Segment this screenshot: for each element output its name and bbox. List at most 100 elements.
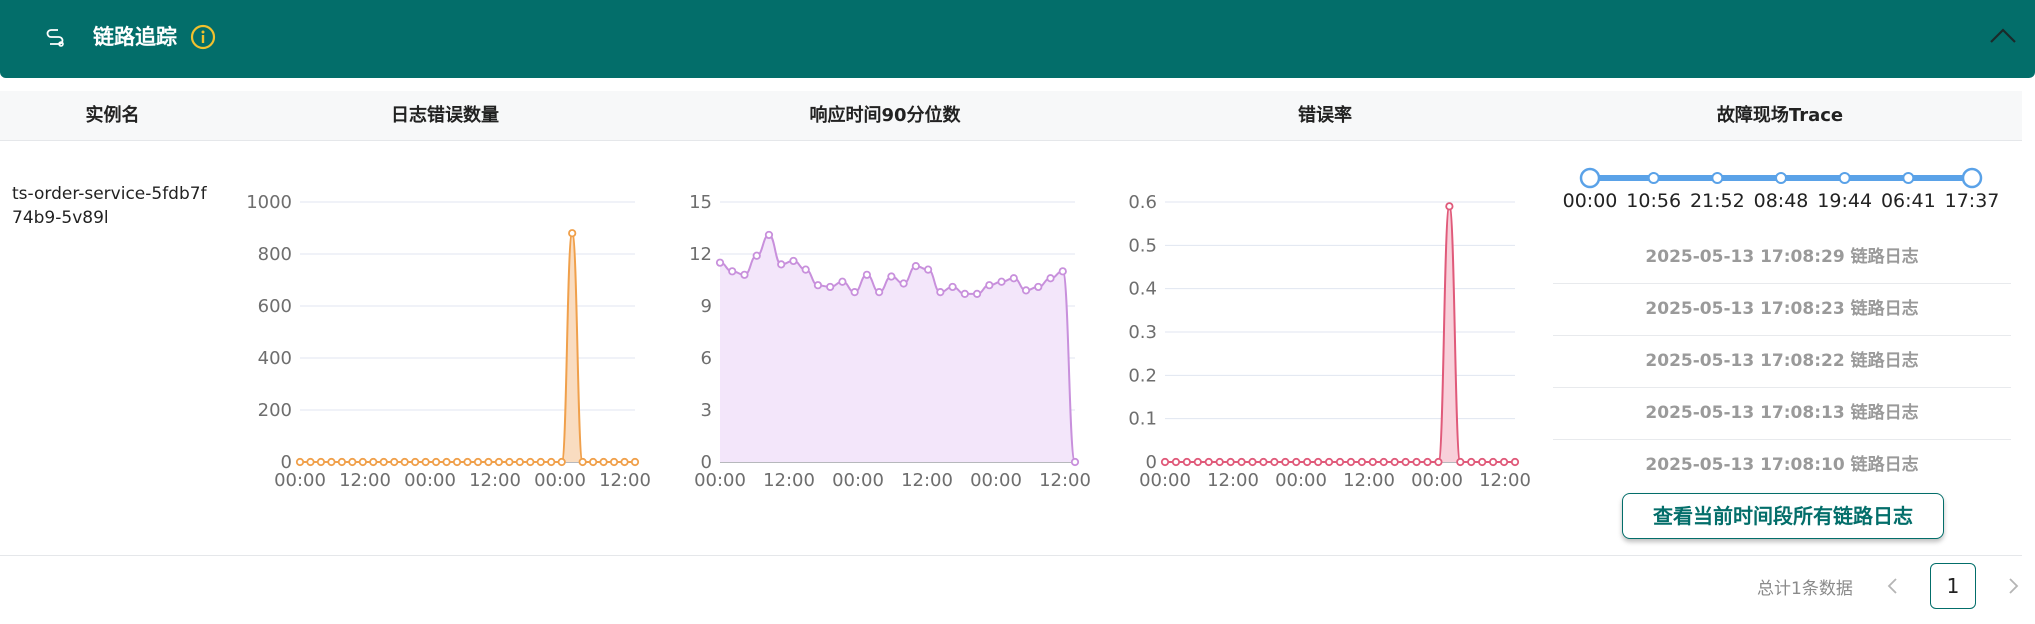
table-header: 实例名 日志错误数量 响应时间90分位数 错误率 故障现场Trace bbox=[0, 91, 2022, 141]
slider-mark bbox=[1902, 172, 1915, 184]
data-point bbox=[589, 457, 598, 467]
y-tick-label: 0.4 bbox=[1128, 279, 1157, 300]
data-point bbox=[764, 230, 774, 240]
data-point bbox=[777, 260, 786, 269]
data-point bbox=[1467, 457, 1476, 467]
y-tick-label: 0.1 bbox=[1128, 409, 1157, 430]
trace-log-item[interactable]: 2025-05-13 17:08:29 链路日志 bbox=[1553, 232, 2011, 284]
data-point bbox=[924, 265, 933, 274]
data-point bbox=[1160, 457, 1170, 467]
data-point bbox=[1226, 457, 1235, 467]
trace-time-label: 06:41 bbox=[1880, 190, 1936, 212]
data-point bbox=[1510, 457, 1520, 467]
route-icon bbox=[46, 29, 64, 47]
data-point bbox=[1171, 457, 1181, 467]
y-tick-label: 6 bbox=[701, 348, 712, 369]
data-point bbox=[431, 457, 441, 467]
y-tick-label: 1000 bbox=[246, 192, 292, 213]
data-point bbox=[936, 288, 945, 297]
y-tick-label: 400 bbox=[258, 348, 292, 369]
slider-mark bbox=[1647, 172, 1660, 184]
x-tick-label: 12:00 bbox=[901, 470, 953, 491]
y-tick-label: 600 bbox=[258, 296, 292, 317]
y-tick-label: 15 bbox=[689, 192, 712, 213]
data-point bbox=[1204, 457, 1213, 467]
data-point bbox=[1270, 457, 1279, 467]
column-header-response-time-p90: 响应时间90分位数 bbox=[809, 105, 961, 126]
data-point bbox=[850, 288, 859, 297]
data-point bbox=[740, 270, 749, 279]
data-point bbox=[911, 262, 920, 271]
slider-handle bbox=[1961, 167, 1983, 189]
y-tick-label: 0.3 bbox=[1128, 322, 1157, 343]
series-area bbox=[1165, 206, 1515, 462]
chevron-right-icon[interactable] bbox=[2004, 575, 2022, 597]
data-point bbox=[494, 457, 504, 467]
x-tick-label: 00:00 bbox=[1275, 470, 1327, 491]
data-point bbox=[1303, 457, 1312, 467]
slider-mark bbox=[1775, 172, 1787, 184]
data-point bbox=[1379, 457, 1388, 467]
series-area bbox=[720, 234, 1075, 462]
x-tick-label: 12:00 bbox=[469, 470, 521, 491]
trace-log-item[interactable]: 2025-05-13 17:08:23 链路日志 bbox=[1553, 284, 2011, 336]
pagination-page-1[interactable]: 1 bbox=[1930, 563, 1976, 609]
data-point bbox=[948, 282, 957, 292]
series-line bbox=[1164, 205, 1515, 464]
x-tick-label: 00:00 bbox=[970, 470, 1022, 491]
data-point bbox=[630, 457, 640, 467]
trace-time-label: 10:56 bbox=[1626, 190, 1682, 212]
trace-log-item[interactable]: 2025-05-13 17:08:22 链路日志 bbox=[1553, 336, 2011, 388]
x-tick-label: 12:00 bbox=[339, 470, 391, 491]
data-point bbox=[826, 282, 835, 292]
data-point bbox=[358, 457, 367, 467]
data-point bbox=[899, 279, 908, 288]
data-point bbox=[1215, 457, 1224, 467]
data-point bbox=[295, 457, 305, 467]
info-icon[interactable] bbox=[190, 24, 216, 50]
trace-log-item[interactable]: 2025-05-13 17:08:13 链路日志 bbox=[1553, 388, 2011, 440]
y-tick-label: 0.5 bbox=[1128, 235, 1157, 256]
trace-time-labels: 00:00 10:56 21:52 08:48 19:44 06:41 17:37 bbox=[1560, 190, 2020, 214]
data-point bbox=[568, 229, 577, 238]
y-tick-label: 12 bbox=[689, 244, 712, 265]
view-all-trace-logs-button[interactable]: 查看当前时间段所有链路日志 bbox=[1622, 493, 1944, 539]
x-tick-label: 12:00 bbox=[1039, 470, 1091, 491]
data-point bbox=[715, 258, 725, 267]
chevron-up-icon[interactable] bbox=[1988, 24, 2018, 48]
column-header-instance-name: 实例名 bbox=[85, 105, 140, 126]
data-point bbox=[442, 457, 451, 467]
trace-time-label: 00:00 bbox=[1562, 190, 1618, 212]
data-point bbox=[1357, 457, 1366, 467]
series-area bbox=[300, 233, 635, 462]
data-point bbox=[505, 457, 514, 467]
trace-log-item[interactable]: 2025-05-13 17:08:10 链路日志 bbox=[1553, 440, 2011, 491]
data-point bbox=[421, 457, 430, 467]
data-point bbox=[557, 457, 566, 467]
data-point bbox=[752, 251, 761, 260]
trace-log-list: 2025-05-13 17:08:29 链路日志 2025-05-13 17:0… bbox=[1553, 232, 2011, 491]
data-point bbox=[1478, 457, 1487, 467]
chevron-left-icon[interactable] bbox=[1884, 575, 1902, 597]
data-point bbox=[1058, 267, 1067, 276]
data-point bbox=[411, 457, 420, 467]
data-point bbox=[316, 457, 326, 467]
series-line bbox=[299, 232, 635, 464]
data-point bbox=[348, 457, 357, 467]
data-point bbox=[1489, 457, 1498, 467]
data-point bbox=[1499, 457, 1509, 467]
data-point bbox=[599, 457, 608, 467]
data-point bbox=[578, 457, 587, 467]
slider-mark bbox=[1711, 172, 1724, 184]
data-point bbox=[1237, 457, 1246, 467]
data-point bbox=[337, 457, 346, 467]
panel-title: 链路追踪 bbox=[93, 25, 177, 49]
panel-header: 链路追踪 bbox=[0, 0, 2035, 78]
data-point bbox=[369, 457, 378, 467]
y-tick-label: 0.2 bbox=[1128, 365, 1157, 386]
pagination-total: 总计1条数据 bbox=[1757, 579, 1853, 599]
data-point bbox=[838, 277, 847, 286]
data-point bbox=[1009, 274, 1018, 283]
data-point bbox=[515, 457, 524, 467]
data-point bbox=[1021, 286, 1031, 295]
